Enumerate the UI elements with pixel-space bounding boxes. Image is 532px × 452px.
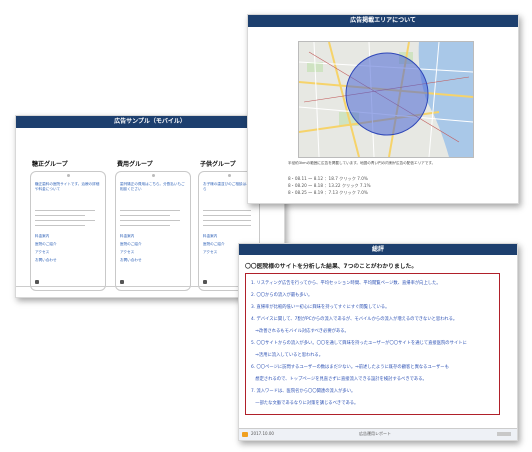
evaluation-item: 一部たな文脈であるなりに対策を講じるべきである。 <box>251 401 359 406</box>
phone-speaker-icon <box>227 174 231 177</box>
evaluation-item: 5. 〇〇サイトからの流入が多い。〇〇を通して興味を持ったユーザーが〇〇サイトを… <box>251 341 467 346</box>
evaluation-box: 1. リスティング広告を行ってから、平均セッション時間、平均閲覧ページ数、直帰率… <box>245 273 500 415</box>
area-map <box>298 41 474 158</box>
evaluation-item: 6. 〇〇ページに訪問するユーザーの数はまだ少ない。⇒前述したように既存の顧客と… <box>251 365 449 370</box>
snippet-line <box>203 215 251 217</box>
footer-pager <box>497 432 511 436</box>
schedule-row: 8・08.20 〜 8.18 ：13.22 クリック 7.1% <box>288 183 371 188</box>
phone-speaker-icon <box>66 174 70 177</box>
ad-sitelink[interactable]: アクセス <box>35 250 49 255</box>
snippet-line <box>35 215 85 217</box>
snippet-line <box>203 220 251 222</box>
snippet-line <box>35 220 95 222</box>
ad-sitelink[interactable]: お問い合わせ <box>35 258 57 263</box>
group-title: 子供グループ <box>200 161 236 168</box>
footer-date: 2017.10.00 <box>251 431 274 436</box>
evaluation-footer: 2017.10.00 広告運用レポート <box>239 428 517 440</box>
phone-call-icon[interactable] <box>120 280 124 284</box>
area-map-graphic <box>299 42 473 157</box>
ad-sitelink[interactable]: 医院のご紹介 <box>35 242 57 247</box>
snippet-line <box>35 210 95 212</box>
schedule-row: 8・08.25 〜 8.19 ：7.13 クリック 7.0% <box>288 190 368 195</box>
ad-sitelink[interactable]: 医院のご紹介 <box>203 242 225 247</box>
phone-call-icon[interactable] <box>203 280 207 284</box>
footer-title: 広告運用レポート <box>359 431 391 436</box>
phone-mockup: 糖正歯科の医院サイトです。治療の詳細や料金について料金案内医院のご紹介 アクセスお… <box>30 171 106 291</box>
phone-speaker-icon <box>151 174 155 177</box>
snippet-line <box>35 225 85 227</box>
phone-mockup: 歯列矯正の費用はこちら。分割払いもご相談ください料金案内医院のご紹介 アクセスお問… <box>115 171 191 291</box>
group-title: 糖正グループ <box>32 161 68 168</box>
evaluation-item: 2. 〇〇からの流入が最も多い。 <box>251 293 313 298</box>
snippet-line <box>203 225 251 227</box>
phone-call-icon[interactable] <box>35 280 39 284</box>
snippet-line <box>120 220 180 222</box>
ad-sitelink[interactable]: 料金案内 <box>120 234 134 239</box>
evaluation-intro: 〇〇医院様のサイトを分析した結果、7つのことがわかりました。 <box>245 264 418 270</box>
ad-area-slide: 広告掲載エリアについて 半径約3kmの範囲に広告を掲載しています。地図の青い円の… <box>247 14 519 204</box>
ad-sitelink[interactable]: アクセス <box>203 250 217 255</box>
area-schedule: 8・08.11 〜 8.12 ：18.7 クリック 7.0% 8・08.20 〜 … <box>288 175 488 196</box>
ad-sitelink[interactable]: 料金案内 <box>203 234 217 239</box>
evaluation-item: 3. 直帰率が比較的低い＝初心に興味を持ってすぐにすぐ閲覧している。 <box>251 305 390 310</box>
snippet-line <box>120 215 170 217</box>
evaluation-item: 4. デバイスに関して、7割がPCからの流入であるが、モバイルからの流入が増える… <box>251 317 458 322</box>
evaluation-item: ⇒活用に流入していると思われる。 <box>251 353 324 358</box>
evaluation-slide: 総評 〇〇医院様のサイトを分析した結果、7つのことがわかりました。 1. リステ… <box>238 243 518 441</box>
mobile-ad-samples-header: 広告サンプル（モバイル） <box>16 116 284 128</box>
evaluation-item: 1. リスティング広告を行ってから、平均セッション時間、平均閲覧ページ数、直帰率… <box>251 281 441 286</box>
ad-area-header: 広告掲載エリアについて <box>248 15 518 27</box>
ad-sitelink[interactable]: 医院のご紹介 <box>120 242 142 247</box>
snippet-line <box>120 210 180 212</box>
evaluation-list: 1. リスティング広告を行ってから、平均セッション時間、平均閲覧ページ数、直帰率… <box>251 278 494 410</box>
group-title: 費用グループ <box>117 161 153 168</box>
evaluation-item: 7. 流入ワードは、医院名から〇〇関連の流入が多い。 <box>251 389 356 394</box>
ad-sitelink[interactable]: お問い合わせ <box>120 258 142 263</box>
snippet-line <box>203 210 251 212</box>
ad-snippet: 歯列矯正の費用はこちら。分割払いもご相談ください <box>120 182 185 191</box>
evaluation-item: ⇒改善されるもモバイル対応すべき必要がある。 <box>251 329 349 334</box>
ad-sitelink[interactable]: アクセス <box>120 250 134 255</box>
ad-snippet: 糖正歯科の医院サイトです。治療の詳細や料金について <box>35 182 100 191</box>
snippet-line <box>120 225 170 227</box>
evaluation-item: 想定されるので、トップページを見直さずに直接流入できる設計を検討するべきである。 <box>251 377 427 382</box>
footer-logo-icon <box>242 432 248 437</box>
schedule-row: 8・08.11 〜 8.12 ：18.7 クリック 7.0% <box>288 176 368 181</box>
evaluation-header: 総評 <box>239 244 517 255</box>
ad-sitelink[interactable]: 料金案内 <box>35 234 49 239</box>
area-description: 半径約3kmの範囲に広告を掲載しています。地図の青い円の内側が広告の配信エリアで… <box>288 161 436 165</box>
